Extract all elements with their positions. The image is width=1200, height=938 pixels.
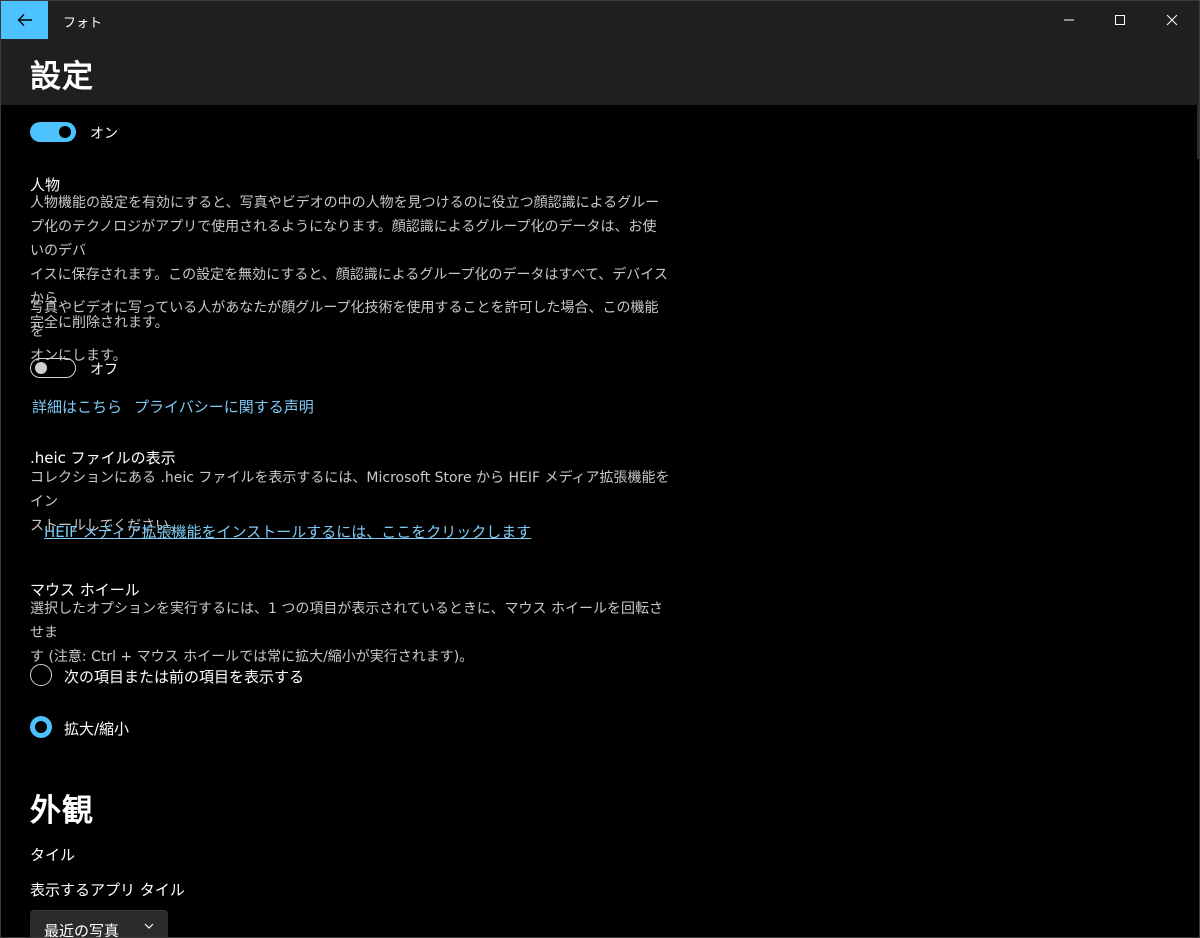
radio-zoom-label[interactable]: 拡大/縮小 (64, 718, 129, 739)
people-description-line: 人物機能の設定を有効にすると、写真やビデオの中の人物を見つけるのに役立つ顔認識に… (30, 195, 660, 211)
tile-heading: タイル (30, 846, 76, 864)
radio-next-previous-label[interactable]: 次の項目または前の項目を表示する (64, 666, 304, 687)
radio-dot (35, 721, 47, 733)
tile-dropdown[interactable]: 最近の写真 (30, 910, 168, 938)
heic-heading: .heic ファイルの表示 (30, 449, 176, 467)
radio-next-previous[interactable] (30, 664, 52, 686)
app-tile-subheading: 表示するアプリ タイル (30, 881, 185, 899)
tile-dropdown-value: 最近の写真 (44, 922, 120, 938)
toggle-knob (35, 362, 47, 374)
heic-description-line: コレクションにある .heic ファイルを表示するには、Microsoft St… (30, 470, 670, 510)
maximize-button[interactable] (1094, 1, 1146, 39)
maximize-icon (1115, 15, 1125, 25)
face-grouping-toggle-label: オン (90, 126, 118, 142)
close-icon (1166, 14, 1178, 26)
people-note: 写真やビデオに写っている人があなたが顔グループ化技術を使用することを許可した場合… (30, 296, 670, 368)
photos-window: フォト 設定 オン 人物 人物機能の設定を有効にすると、写真やビデオの中の人物を… (0, 0, 1200, 938)
arrow-left-icon (17, 14, 32, 26)
people-note-line: 写真やビデオに写っている人があなたが顔グループ化技術を使用することを許可した場合… (30, 300, 659, 340)
face-grouping-toggle[interactable] (30, 122, 76, 142)
people-toggle-label: オフ (90, 362, 118, 378)
people-description-line: プ化のテクノロジがアプリで使用されるようになります。顔認識によるグループ化のデー… (30, 219, 657, 259)
title-bar: フォト (1, 1, 1199, 39)
privacy-statement-link[interactable]: プライバシーに関する声明 (134, 396, 314, 417)
app-title: フォト (63, 16, 103, 31)
back-button[interactable] (1, 1, 48, 39)
people-toggle[interactable] (30, 358, 76, 378)
mouse-wheel-description-line: 選択したオプションを実行するには、1 つの項目が表示されているときに、マウス ホ… (30, 601, 663, 641)
page-title: 設定 (30, 59, 94, 95)
settings-content: オン 人物 人物機能の設定を有効にすると、写真やビデオの中の人物を見つけるのに役… (1, 105, 1199, 938)
mouse-wheel-description: 選択したオプションを実行するには、1 つの項目が表示されているときに、マウス ホ… (30, 597, 670, 669)
learn-more-link[interactable]: 詳細はこちら (32, 396, 122, 417)
heif-install-link[interactable]: HEIF メディア拡張機能をインストールするには、ここをクリックします (44, 521, 531, 542)
people-note-line: オンにします。 (30, 348, 127, 364)
radio-zoom[interactable] (30, 716, 52, 738)
toggle-knob (59, 126, 71, 138)
appearance-title: 外観 (30, 793, 94, 829)
settings-header: 設定 (1, 39, 1199, 105)
minimize-icon (1064, 19, 1074, 21)
chevron-down-icon (144, 923, 154, 929)
minimize-button[interactable] (1043, 1, 1095, 39)
close-button[interactable] (1146, 1, 1198, 39)
